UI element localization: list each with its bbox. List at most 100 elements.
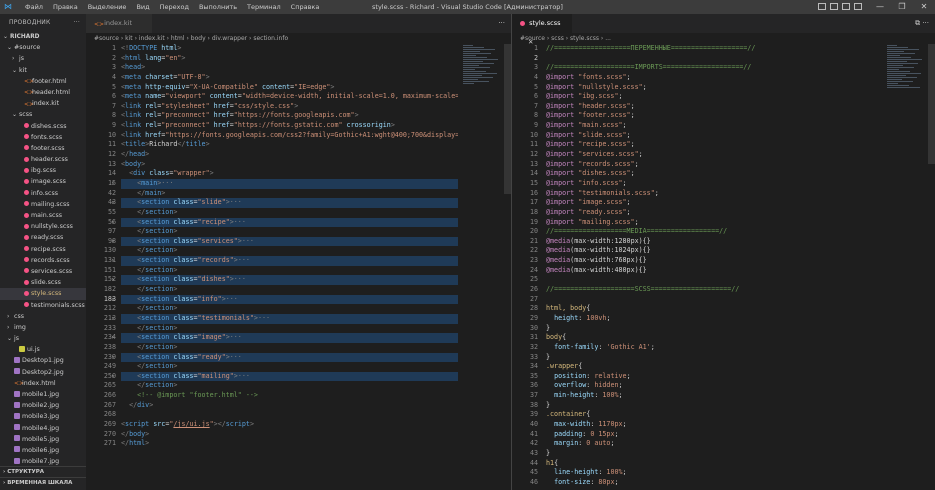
code-line[interactable]: <script src="/js/ui.js"></script> bbox=[121, 420, 458, 430]
code-line[interactable]: <main>··· bbox=[121, 178, 458, 189]
tree-file[interactable]: mobile4.jpg bbox=[0, 423, 86, 434]
tree-file[interactable]: <>header.html bbox=[0, 87, 86, 98]
code-line[interactable]: } bbox=[546, 401, 883, 411]
code-line[interactable]: <head> bbox=[121, 63, 458, 73]
code-line[interactable]: </html> bbox=[121, 439, 458, 449]
tree-file[interactable]: header.scss bbox=[0, 154, 86, 165]
code-line[interactable]: @import "slide.scss"; bbox=[546, 131, 883, 141]
code-line[interactable]: } bbox=[546, 449, 883, 459]
code-line[interactable]: <!-- @import "footer.html" --> bbox=[121, 391, 458, 401]
code-line[interactable]: max-width: 1170px; bbox=[546, 420, 883, 430]
toggle-secondary-sidebar-icon[interactable] bbox=[842, 3, 850, 10]
code-line[interactable]: @import "testimonials.scss"; bbox=[546, 189, 883, 199]
code-line[interactable]: @import "services.scss"; bbox=[546, 150, 883, 160]
code-line[interactable]: body{ bbox=[546, 333, 883, 343]
editor-actions-right[interactable]: ⧉ ··· bbox=[915, 14, 929, 33]
code-line[interactable]: <section class="services">··· bbox=[121, 236, 458, 247]
fold-chevron-icon[interactable]: › bbox=[111, 256, 119, 266]
code-line[interactable]: <link rel="stylesheet" href="css/style.c… bbox=[121, 102, 458, 112]
code-line[interactable]: </section> bbox=[121, 246, 458, 256]
timeline-section[interactable]: › ВРЕМЕННАЯ ШКАЛА bbox=[0, 477, 86, 488]
code-line[interactable]: </section> bbox=[121, 227, 458, 237]
tab-index-kit[interactable]: <> index.kit bbox=[86, 14, 152, 33]
tree-file[interactable]: ui.js bbox=[0, 344, 86, 355]
code-line[interactable]: @import "records.scss"; bbox=[546, 160, 883, 170]
code-line[interactable]: <section class="testimonials">··· bbox=[121, 313, 458, 324]
tree-file[interactable]: mobile3.jpg bbox=[0, 411, 86, 422]
tree-file[interactable]: info.scss bbox=[0, 188, 86, 199]
code-line[interactable]: </section> bbox=[121, 381, 458, 391]
tree-folder[interactable]: › css bbox=[0, 311, 86, 322]
code-line[interactable]: font-size: 80px; bbox=[546, 478, 883, 488]
code-line[interactable]: } bbox=[546, 324, 883, 334]
code-line[interactable]: <title>Richard</title> bbox=[121, 140, 458, 150]
toggle-sidebar-icon[interactable] bbox=[818, 3, 826, 10]
tree-file[interactable]: mobile2.jpg bbox=[0, 400, 86, 411]
code-line[interactable]: .container{ bbox=[546, 410, 883, 420]
code-line[interactable]: @import "main.scss"; bbox=[546, 121, 883, 131]
code-line[interactable]: @import "fonts.scss"; bbox=[546, 73, 883, 83]
code-line[interactable]: @import "nullstyle.scss"; bbox=[546, 83, 883, 93]
code-line[interactable]: @media(max-width:768px){} bbox=[546, 256, 883, 266]
code-line[interactable]: @import "image.scss"; bbox=[546, 198, 883, 208]
tree-file[interactable]: main.scss bbox=[0, 210, 86, 221]
code-line[interactable]: @media(max-width:1280px){} bbox=[546, 237, 883, 247]
scrollbar-left[interactable] bbox=[504, 44, 511, 194]
tree-file[interactable]: mobile1.jpg bbox=[0, 389, 86, 400]
tree-file[interactable]: <>index.html bbox=[0, 378, 86, 389]
code-line[interactable]: @import "mailing.scss"; bbox=[546, 218, 883, 228]
tree-file[interactable]: recipe.scss bbox=[0, 244, 86, 255]
tree-file[interactable]: mobile6.jpg bbox=[0, 445, 86, 456]
code-line[interactable]: <div class="wrapper"> bbox=[121, 169, 458, 179]
code-line[interactable]: <section class="info">··· bbox=[121, 294, 458, 305]
source-left[interactable]: <!DOCTYPE html> <html lang="en"> <head> <me… bbox=[121, 44, 458, 449]
code-line[interactable]: <meta http-equiv="X-UA-Compatible" conte… bbox=[121, 83, 458, 93]
code-line[interactable]: <meta charset="UTF-8"> bbox=[121, 73, 458, 83]
code-line[interactable]: <section class="image">··· bbox=[121, 333, 458, 343]
code-line[interactable]: </head> bbox=[121, 150, 458, 160]
code-line[interactable]: @import "footer.scss"; bbox=[546, 111, 883, 121]
code-line[interactable]: height: 100vh; bbox=[546, 314, 883, 324]
code-line[interactable]: font-family: 'Gothic A1'; bbox=[546, 343, 883, 353]
fold-chevron-icon[interactable]: › bbox=[111, 295, 119, 305]
more-actions-icon[interactable]: ··· bbox=[74, 14, 80, 31]
code-area-right[interactable]: 1 2 3 4 5 6 7 8 9 10 11 12 13 14 15 16 17 18 19 20 21 22 23 24 2… bbox=[512, 44, 935, 490]
tree-file[interactable]: dishes.scss bbox=[0, 121, 86, 132]
code-line[interactable]: </section> bbox=[121, 266, 458, 276]
maximize-button[interactable]: ❐ bbox=[891, 0, 913, 14]
code-line[interactable]: <!DOCTYPE html> bbox=[121, 44, 458, 54]
code-line[interactable]: @import "header.scss"; bbox=[546, 102, 883, 112]
code-line[interactable]: <section class="records">··· bbox=[121, 256, 458, 266]
code-line[interactable]: @import "recipe.scss"; bbox=[546, 140, 883, 150]
code-line[interactable]: <section class="slide">··· bbox=[121, 198, 458, 208]
breadcrumb-right[interactable]: #source › scss › style.scss › ... bbox=[512, 33, 935, 44]
code-line[interactable]: @media(max-width:480px){} bbox=[546, 266, 883, 276]
code-line[interactable]: <link rel="preconnect" href="https://fon… bbox=[121, 111, 458, 121]
fold-chevron-icon[interactable]: › bbox=[111, 179, 119, 189]
minimap-right[interactable] bbox=[887, 44, 925, 94]
code-line[interactable]: padding: 0 15px; bbox=[546, 430, 883, 440]
code-line[interactable]: </section> bbox=[121, 285, 458, 295]
toggle-panel-icon[interactable] bbox=[830, 3, 838, 10]
code-line[interactable]: </section> bbox=[121, 208, 458, 218]
minimap-left[interactable] bbox=[463, 44, 501, 94]
code-line[interactable]: </div> bbox=[121, 401, 458, 411]
source-right[interactable]: //===================ПЕРЕМЕННЫЕ=========… bbox=[546, 44, 883, 487]
code-line[interactable]: position: relative; bbox=[546, 372, 883, 382]
code-line[interactable]: .wrapper{ bbox=[546, 362, 883, 372]
code-line[interactable]: <body> bbox=[121, 160, 458, 170]
code-line[interactable]: </section> bbox=[121, 304, 458, 314]
breadcrumb-left[interactable]: #source › kit › index.kit › html › body … bbox=[86, 33, 511, 44]
code-line[interactable]: //====================SCSS==============… bbox=[546, 285, 883, 295]
tree-folder[interactable]: ⌄ kit bbox=[0, 65, 86, 76]
code-line[interactable]: </section> bbox=[121, 324, 458, 334]
editor-actions-left[interactable]: ··· bbox=[498, 14, 505, 33]
fold-gutter-left[interactable]: › › › › › › › › › › › bbox=[111, 44, 119, 449]
tree-file[interactable]: ready.scss bbox=[0, 232, 86, 243]
code-line[interactable]: overflow: hidden; bbox=[546, 381, 883, 391]
code-line[interactable]: <html lang="en"> bbox=[121, 54, 458, 64]
code-line[interactable]: @media(max-width:1024px){} bbox=[546, 246, 883, 256]
code-line[interactable]: margin: 0 auto; bbox=[546, 439, 883, 449]
code-area-left[interactable]: 1 2 3 4 5 6 7 8 9 10 11 12 13 14 15 42 43 55 56 97 98 130 131 1… bbox=[86, 44, 511, 490]
customize-layout-icon[interactable] bbox=[854, 3, 862, 10]
